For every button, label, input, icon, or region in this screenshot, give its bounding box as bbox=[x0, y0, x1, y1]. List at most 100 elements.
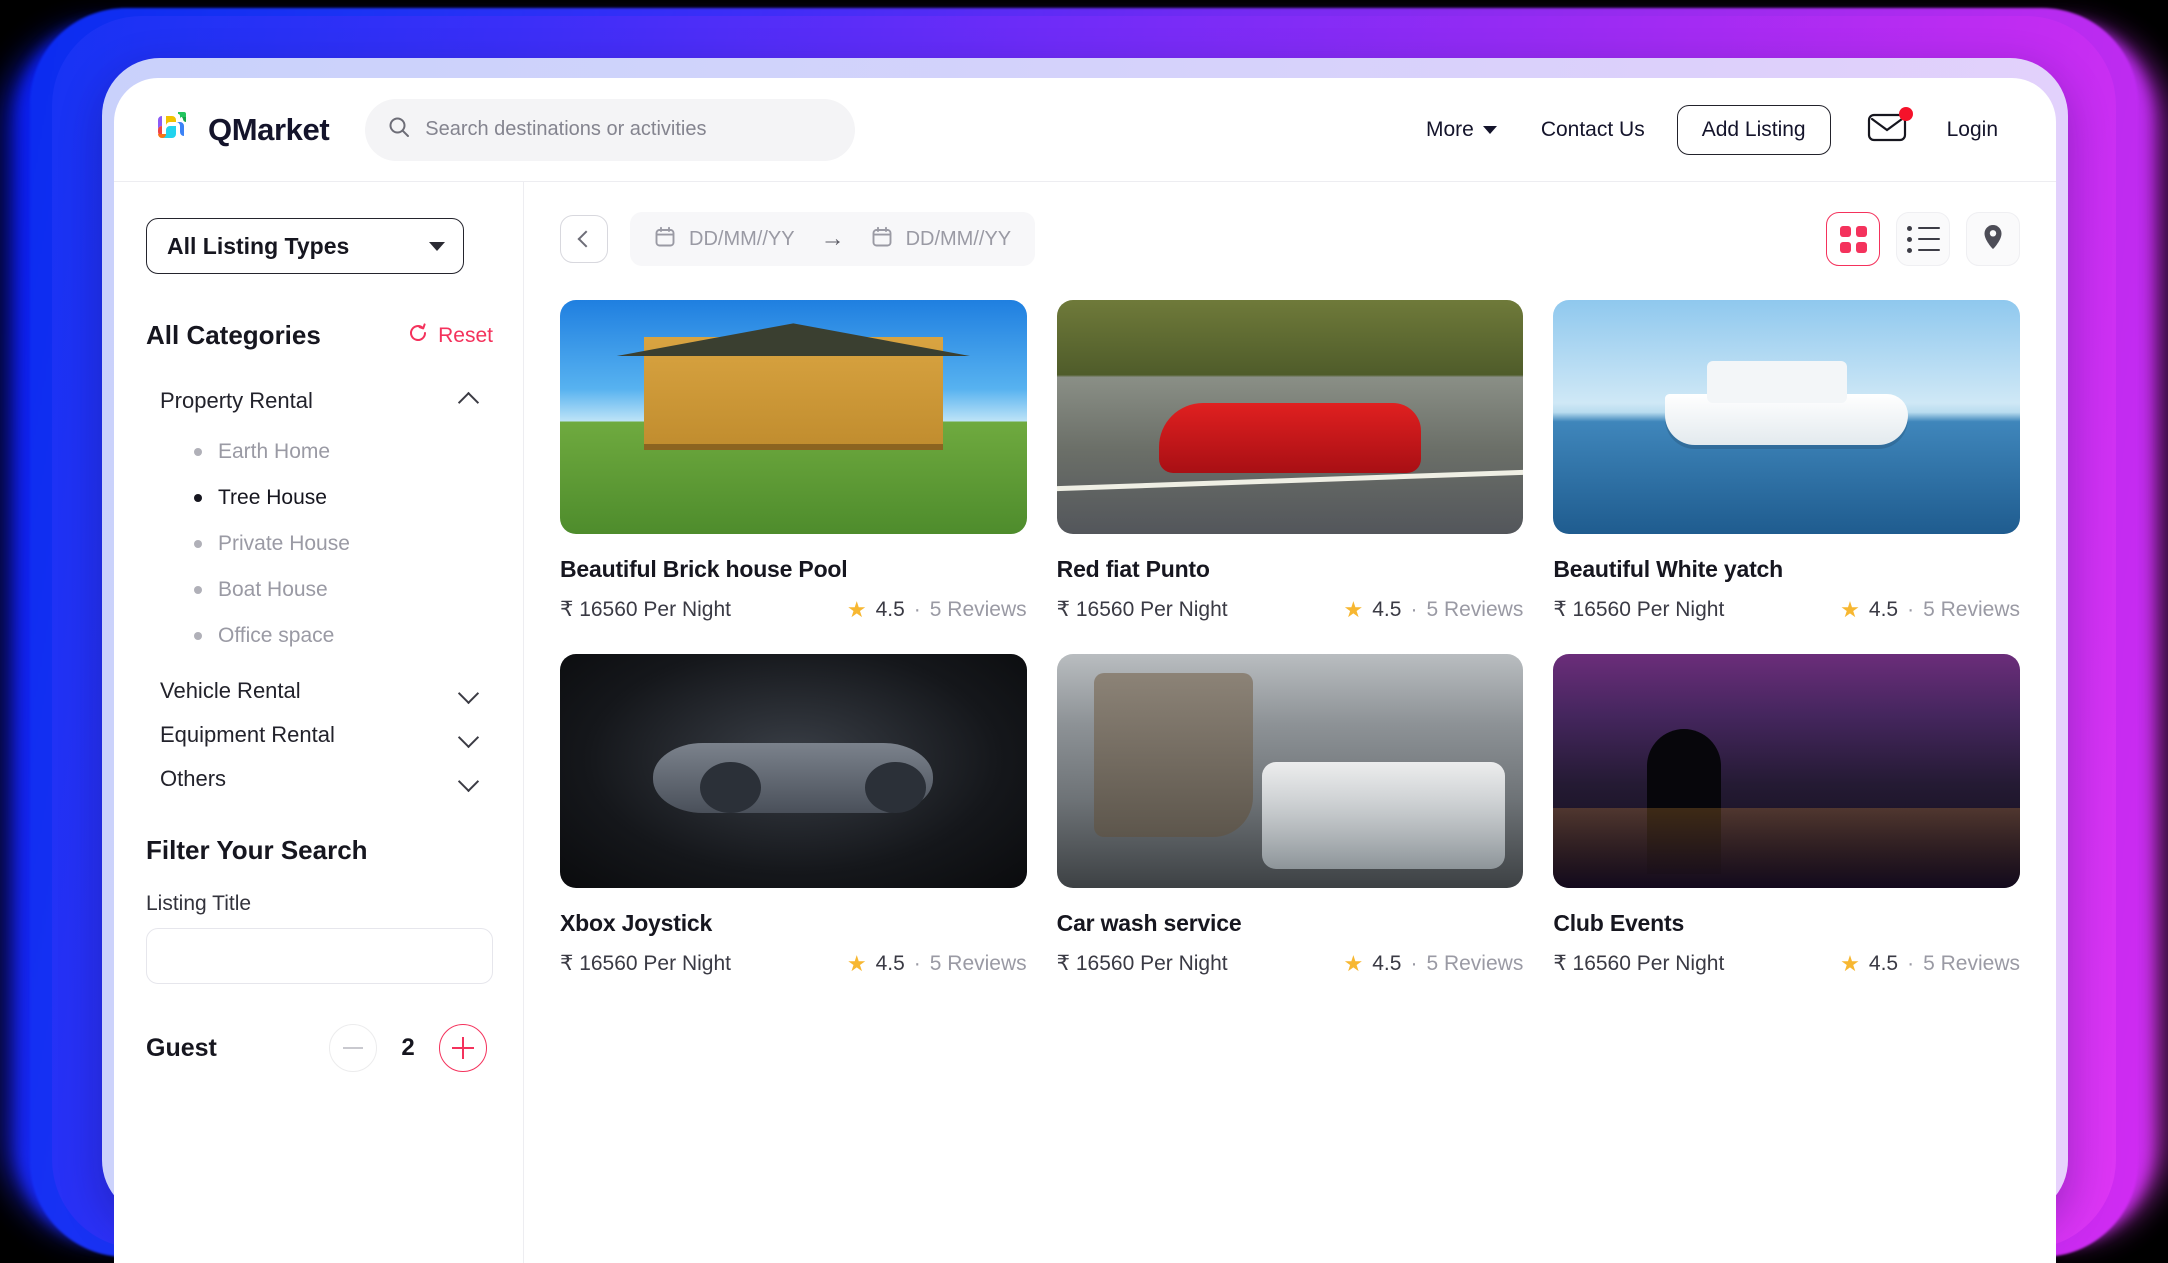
nav-contact-us[interactable]: Contact Us bbox=[1519, 118, 1667, 142]
star-icon: ★ bbox=[846, 596, 867, 622]
reset-filters-button[interactable]: Reset bbox=[407, 322, 493, 350]
listing-rating: ★ 4.5 · 5 Reviews bbox=[1840, 598, 2020, 622]
search-box[interactable] bbox=[365, 98, 856, 161]
listing-meta: ₹ 16560 Per Night ★ 4.5 · 5 Reviews bbox=[560, 951, 1027, 976]
category-group-label: Others bbox=[160, 766, 227, 791]
category-group-others[interactable]: Others bbox=[146, 757, 493, 801]
guest-stepper: 2 bbox=[329, 1024, 487, 1072]
subcategory-boat-house[interactable]: Boat House bbox=[146, 567, 493, 613]
subcategory-earth-home[interactable]: Earth Home bbox=[146, 429, 493, 475]
listing-type-select[interactable]: All Listing Types bbox=[146, 218, 464, 274]
chevron-down-icon bbox=[459, 729, 481, 741]
listing-rating: ★ 4.5 · 5 Reviews bbox=[1840, 952, 2020, 976]
nav-more-label: More bbox=[1425, 117, 1474, 141]
sidebar-collapse-button[interactable] bbox=[560, 215, 608, 263]
subcategory-office-space[interactable]: Office space bbox=[146, 613, 493, 659]
listing-card[interactable]: Red fiat Punto ₹ 16560 Per Night ★ 4.5 ·… bbox=[1056, 300, 1524, 622]
listing-title: Xbox Joystick bbox=[560, 910, 713, 936]
categories-header: All Categories Reset bbox=[146, 320, 493, 351]
category-group-property-rental[interactable]: Property Rental bbox=[146, 379, 493, 423]
brand[interactable]: QMarket bbox=[142, 108, 330, 152]
category-groups: Property Rental Earth Home Tree House Pr… bbox=[146, 379, 493, 801]
bullet-icon bbox=[194, 540, 202, 548]
app-body: All Listing Types All Categories Reset P… bbox=[114, 182, 2056, 1263]
date-from-cell[interactable]: DD/MM//YY bbox=[654, 226, 795, 253]
mail-icon bbox=[1867, 113, 1907, 147]
chevron-down-icon bbox=[429, 241, 445, 251]
view-toggle-group bbox=[1826, 212, 2020, 266]
search-input[interactable] bbox=[425, 118, 834, 141]
rating-value: 4.5 bbox=[1868, 951, 1899, 975]
qmarket-logo-icon bbox=[150, 108, 194, 152]
yacht-photo bbox=[1553, 300, 2020, 534]
category-group-vehicle-rental[interactable]: Vehicle Rental bbox=[146, 669, 493, 713]
listing-title-input[interactable] bbox=[146, 928, 493, 984]
listing-card[interactable]: Beautiful Brick house Pool ₹ 16560 Per N… bbox=[560, 300, 1027, 622]
rating-separator: · bbox=[1410, 597, 1418, 621]
rating-reviews: 5 Reviews bbox=[1923, 597, 2020, 621]
filters-sidebar: All Listing Types All Categories Reset P… bbox=[114, 182, 524, 1263]
date-range-arrow-icon: → bbox=[820, 225, 845, 252]
listing-card[interactable]: Beautiful White yatch ₹ 16560 Per Night … bbox=[1553, 300, 2020, 622]
login-link[interactable]: Login bbox=[1925, 118, 2020, 142]
listing-meta: ₹ 16560 Per Night ★ 4.5 · 5 Reviews bbox=[1057, 597, 1524, 622]
listing-price: ₹ 16560 Per Night bbox=[1056, 598, 1228, 621]
house-photo bbox=[560, 300, 1027, 534]
subcategory-label: Boat House bbox=[218, 578, 328, 601]
subcategory-list-property-rental: Earth Home Tree House Private House Boat… bbox=[146, 429, 493, 659]
calendar-icon bbox=[871, 226, 893, 253]
listing-rating: ★ 4.5 · 5 Reviews bbox=[1344, 952, 1524, 976]
subcategory-label: Private House bbox=[218, 532, 350, 555]
app-header: QMarket More Contact Us bbox=[114, 78, 2056, 182]
joystick-photo bbox=[560, 654, 1027, 888]
rating-reviews: 5 Reviews bbox=[929, 951, 1027, 975]
map-view-button[interactable] bbox=[1966, 212, 2020, 266]
mail-button[interactable] bbox=[1849, 107, 1925, 148]
guest-decrement-button[interactable] bbox=[329, 1024, 377, 1072]
subcategory-tree-house[interactable]: Tree House bbox=[146, 475, 493, 521]
grid-icon bbox=[1839, 225, 1867, 253]
rating-value: 4.5 bbox=[875, 951, 905, 975]
listing-card[interactable]: Xbox Joystick ₹ 16560 Per Night ★ 4.5 · … bbox=[560, 654, 1027, 976]
guest-increment-button[interactable] bbox=[439, 1024, 487, 1072]
listing-title: Beautiful Brick house Pool bbox=[560, 556, 848, 582]
date-range-picker[interactable]: DD/MM//YY → DD/MM//YY bbox=[630, 212, 1036, 266]
notification-dot bbox=[1898, 107, 1913, 121]
rating-value: 4.5 bbox=[1372, 951, 1402, 975]
nav-contact-label: Contact Us bbox=[1540, 117, 1645, 141]
listing-price: ₹ 16560 Per Night bbox=[1553, 598, 1725, 621]
list-view-button[interactable] bbox=[1896, 212, 1950, 266]
listings-main: DD/MM//YY → DD/MM//YY Beautiful Brick ho… bbox=[524, 182, 2056, 1263]
nav-more[interactable]: More bbox=[1404, 118, 1519, 142]
listing-card[interactable]: Car wash service ₹ 16560 Per Night ★ 4.5… bbox=[1056, 654, 1524, 976]
star-icon: ★ bbox=[1840, 950, 1860, 976]
bullet-icon bbox=[194, 448, 202, 456]
listings-grid: Beautiful Brick house Pool ₹ 16560 Per N… bbox=[560, 300, 2020, 976]
chevron-down-icon bbox=[459, 685, 481, 697]
subcategory-label: Office space bbox=[218, 624, 335, 647]
rating-separator: · bbox=[1907, 597, 1915, 621]
listing-price: ₹ 16560 Per Night bbox=[1056, 952, 1228, 975]
add-listing-button[interactable]: Add Listing bbox=[1676, 104, 1831, 155]
rating-separator: · bbox=[1907, 951, 1915, 975]
rating-separator: · bbox=[913, 951, 921, 975]
carwash-photo bbox=[1056, 654, 1524, 888]
grid-view-button[interactable] bbox=[1826, 212, 1880, 266]
listing-card[interactable]: Club Events ₹ 16560 Per Night ★ 4.5 · 5 … bbox=[1553, 654, 2020, 976]
chevron-down-icon bbox=[459, 773, 481, 785]
rating-value: 4.5 bbox=[1372, 597, 1402, 621]
subcategory-private-house[interactable]: Private House bbox=[146, 521, 493, 567]
category-group-label: Equipment Rental bbox=[160, 722, 335, 747]
filter-search-title: Filter Your Search bbox=[146, 835, 368, 865]
listing-price: ₹ 16560 Per Night bbox=[1553, 952, 1725, 975]
calendar-icon bbox=[654, 226, 676, 253]
rating-reviews: 5 Reviews bbox=[1426, 951, 1524, 975]
rating-reviews: 5 Reviews bbox=[1426, 597, 1524, 621]
categories-title: All Categories bbox=[146, 320, 321, 350]
date-to-cell[interactable]: DD/MM//YY bbox=[871, 226, 1011, 253]
category-group-equipment-rental[interactable]: Equipment Rental bbox=[146, 713, 493, 757]
chevron-up-icon bbox=[459, 395, 481, 407]
listing-meta: ₹ 16560 Per Night ★ 4.5 · 5 Reviews bbox=[560, 597, 1027, 622]
subcategory-label: Tree House bbox=[218, 486, 327, 509]
club-photo bbox=[1553, 654, 2020, 888]
